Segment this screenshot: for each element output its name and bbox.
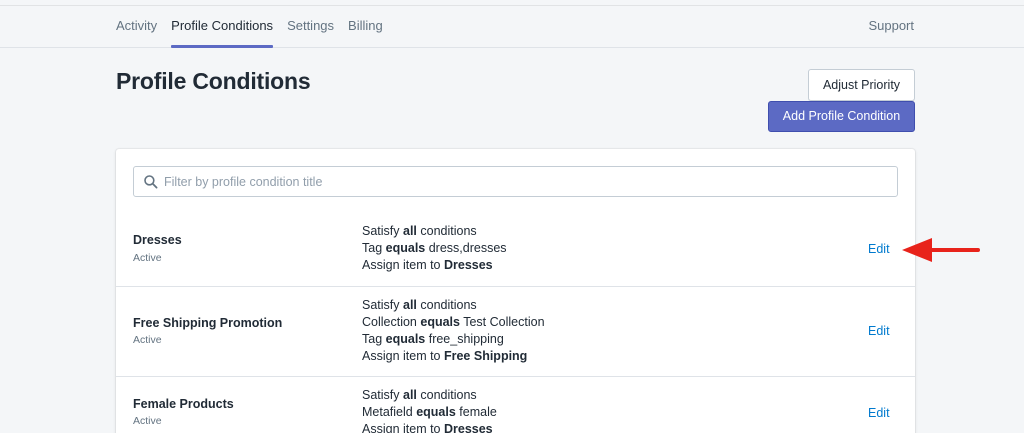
condition-line: Metafield equals female <box>362 405 497 419</box>
add-profile-condition-button[interactable]: Add Profile Condition <box>768 101 915 132</box>
tab-activity[interactable]: Activity <box>116 6 157 48</box>
search-input[interactable] <box>164 167 884 196</box>
condition-line: Collection equals Test Collection <box>362 315 545 329</box>
edit-link[interactable]: Edit <box>868 242 890 256</box>
tab-settings[interactable]: Settings <box>287 6 334 48</box>
table-row: Dresses Active Satisfy all conditions Ta… <box>116 212 915 286</box>
condition-line: Tag equals free_shipping <box>362 332 504 346</box>
row-status: Active <box>133 252 162 264</box>
edit-link[interactable]: Edit <box>868 324 890 338</box>
condition-line: Tag equals dress,dresses <box>362 241 507 255</box>
nav-tabs: Activity Profile Conditions Settings Bil… <box>116 6 397 48</box>
adjust-priority-button[interactable]: Adjust Priority <box>808 69 915 101</box>
tab-profile-conditions[interactable]: Profile Conditions <box>171 6 273 48</box>
search-icon <box>144 175 158 189</box>
condition-line: Satisfy all conditions <box>362 224 477 238</box>
row-title: Free Shipping Promotion <box>133 316 283 330</box>
condition-line: Satisfy all conditions <box>362 298 477 312</box>
top-nav-bar: Activity Profile Conditions Settings Bil… <box>0 5 1024 48</box>
page-title: Profile Conditions <box>116 68 311 94</box>
row-status: Active <box>133 334 162 346</box>
condition-line: Assign item to Free Shipping <box>362 349 528 363</box>
table-row: Free Shipping Promotion Active Satisfy a… <box>116 286 915 376</box>
condition-line: Assign item to Dresses <box>362 422 493 433</box>
search-box[interactable] <box>133 166 898 197</box>
annotation-arrow-icon <box>902 238 980 262</box>
edit-link[interactable]: Edit <box>868 406 890 420</box>
row-title: Female Products <box>133 397 234 411</box>
tab-billing[interactable]: Billing <box>348 6 383 48</box>
support-link[interactable]: Support <box>868 6 914 46</box>
condition-line: Satisfy all conditions <box>362 388 477 402</box>
table-row: Female Products Active Satisfy all condi… <box>116 376 915 433</box>
row-status: Active <box>133 415 162 427</box>
condition-line: Assign item to Dresses <box>362 258 493 272</box>
profile-conditions-card: Dresses Active Satisfy all conditions Ta… <box>116 149 915 433</box>
row-title: Dresses <box>133 233 182 247</box>
